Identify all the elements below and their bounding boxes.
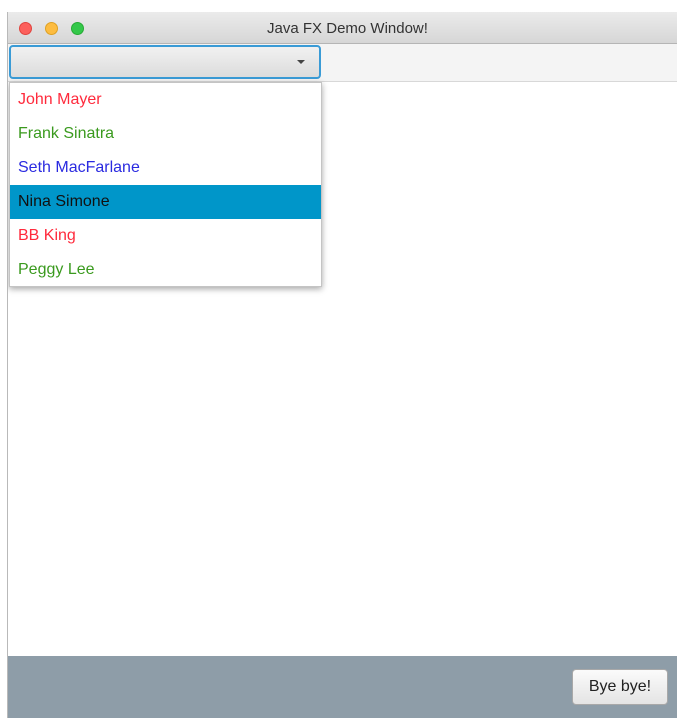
list-item-frank-sinatra[interactable]: Frank Sinatra bbox=[10, 117, 321, 151]
list-item-bb-king[interactable]: BB King bbox=[10, 219, 321, 253]
list-item-label: Seth MacFarlane bbox=[18, 159, 140, 176]
bye-bye-button[interactable]: Bye bye! bbox=[572, 669, 668, 705]
title-bar[interactable]: Java FX Demo Window! bbox=[8, 12, 677, 44]
app-window: Java FX Demo Window! John Mayer Frank Si… bbox=[7, 12, 677, 718]
chevron-down-icon[interactable] bbox=[297, 60, 305, 64]
bottom-bar: Bye bye! bbox=[8, 656, 677, 718]
toolbar bbox=[8, 44, 677, 82]
window-title: Java FX Demo Window! bbox=[267, 20, 428, 37]
list-item-nina-simone[interactable]: Nina Simone bbox=[10, 185, 321, 219]
list-item-label: BB King bbox=[18, 227, 76, 244]
list-item-peggy-lee[interactable]: Peggy Lee bbox=[10, 253, 321, 287]
list-item-label: Peggy Lee bbox=[18, 261, 95, 278]
list-item-label: Frank Sinatra bbox=[18, 125, 115, 142]
list-item-label: John Mayer bbox=[18, 91, 102, 108]
list-item-seth-macfarlane[interactable]: Seth MacFarlane bbox=[10, 151, 321, 185]
combo-dropdown-list: John Mayer Frank Sinatra Seth MacFarlane… bbox=[9, 82, 322, 287]
list-item-label: Nina Simone bbox=[18, 193, 110, 210]
list-item-john-mayer[interactable]: John Mayer bbox=[10, 83, 321, 117]
artist-combo-box[interactable] bbox=[9, 45, 321, 79]
